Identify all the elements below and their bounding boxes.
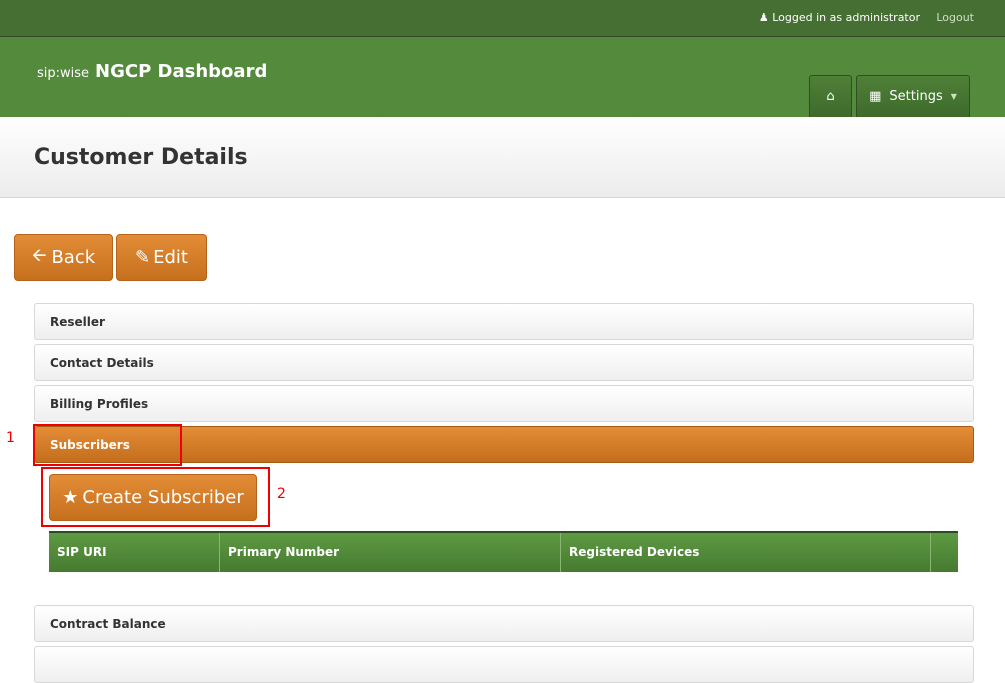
home-icon: ⌂ xyxy=(826,89,835,104)
section-next[interactable] xyxy=(34,646,974,683)
subscribers-table-header: SIP URI Primary Number Registered Device… xyxy=(49,531,958,572)
section-contract-balance[interactable]: Contract Balance xyxy=(34,605,974,642)
create-subscriber-label: Create Subscriber xyxy=(82,487,244,508)
section-reseller[interactable]: Reseller xyxy=(34,303,974,340)
page-title: Customer Details xyxy=(34,145,248,170)
user-text: Logged in as administrator xyxy=(772,11,920,24)
page-header: Customer Details xyxy=(0,117,1005,198)
edit-button[interactable]: ✎ Edit xyxy=(116,234,207,281)
logged-in-status: ♟ Logged in as administrator xyxy=(759,11,920,24)
annotation-2: 2 xyxy=(277,486,286,502)
back-label: Back xyxy=(51,247,96,268)
top-bar: ♟ Logged in as administrator Logout xyxy=(0,0,1005,37)
column-actions xyxy=(931,533,958,572)
header: sip:wise NGCP Dashboard ⌂ ▦ Settings ▼ xyxy=(0,37,1005,117)
caret-down-icon: ▼ xyxy=(950,92,957,101)
create-subscriber-button[interactable]: ★ Create Subscriber xyxy=(49,474,257,521)
section-subscribers[interactable]: Subscribers xyxy=(34,426,974,463)
edit-label: Edit xyxy=(153,247,188,268)
grid-icon: ▦ xyxy=(869,89,882,104)
home-button[interactable]: ⌂ xyxy=(809,75,852,117)
column-sip-uri[interactable]: SIP URI xyxy=(49,533,220,572)
logo-mark: sip:wise xyxy=(37,66,90,81)
user-icon: ♟ xyxy=(758,11,773,24)
column-primary-number[interactable]: Primary Number xyxy=(220,533,561,572)
section-contact-details[interactable]: Contact Details xyxy=(34,344,974,381)
column-registered-devices[interactable]: Registered Devices xyxy=(561,533,931,572)
section-billing-profiles[interactable]: Billing Profiles xyxy=(34,385,974,422)
back-button[interactable]: 🡨 Back xyxy=(14,234,113,281)
settings-label: Settings xyxy=(889,89,943,104)
settings-menu[interactable]: ▦ Settings ▼ xyxy=(856,75,970,117)
edit-icon: ✎ xyxy=(135,247,151,268)
app-title: NGCP Dashboard xyxy=(95,61,268,82)
arrow-left-icon: 🡨 xyxy=(31,244,47,266)
logo[interactable]: sip:wise NGCP Dashboard xyxy=(37,61,267,82)
annotation-1: 1 xyxy=(6,430,15,446)
star-icon: ★ xyxy=(62,487,79,508)
logout-link[interactable]: Logout xyxy=(936,11,974,24)
